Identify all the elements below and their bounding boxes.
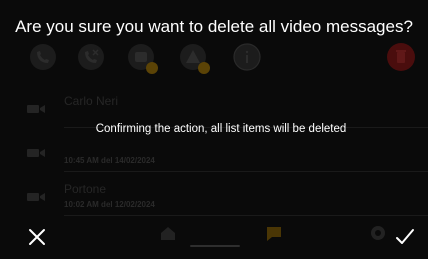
check-icon: [396, 229, 414, 244]
close-icon: [29, 229, 45, 245]
video-message-icon: [126, 42, 158, 74]
video-thumb-icon: [27, 149, 45, 157]
list-item: 10:45 AM del 14/02/2024: [0, 130, 428, 172]
list-item-title: Portone: [64, 182, 107, 196]
list-item: Portone 10:02 AM del 12/02/2024: [0, 174, 428, 216]
message-icon: [267, 227, 281, 241]
list-item-meta: 10:45 AM del 14/02/2024: [64, 156, 155, 165]
dialog-title: Are you sure you want to delete all vide…: [15, 17, 413, 36]
badge-icon: [146, 62, 158, 74]
home-indicator: [190, 245, 240, 247]
phone-sound-icon: [28, 42, 58, 72]
list-item-title: Carlo Neri: [64, 94, 119, 108]
home-icon: [161, 227, 175, 240]
phone-mute-icon: [76, 42, 106, 72]
divider: [64, 171, 428, 172]
settings-icon: [371, 226, 385, 240]
dialog-message: Confirming the action, all list items wi…: [95, 123, 347, 135]
list-item-meta: 10:02 AM del 12/02/2024: [64, 200, 155, 209]
video-thumb-icon: [27, 193, 45, 201]
badge-icon: [198, 62, 210, 74]
background-bottom-bar: [0, 211, 428, 251]
confirm-button[interactable]: [394, 226, 416, 248]
list-item: Carlo Neri: [0, 86, 428, 128]
cancel-button[interactable]: [26, 226, 48, 248]
delete-icon: [386, 42, 416, 72]
video-thumb-icon: [27, 105, 45, 113]
background-toolbar: [0, 42, 428, 82]
alert-icon: [178, 42, 210, 74]
info-icon: [232, 42, 262, 72]
